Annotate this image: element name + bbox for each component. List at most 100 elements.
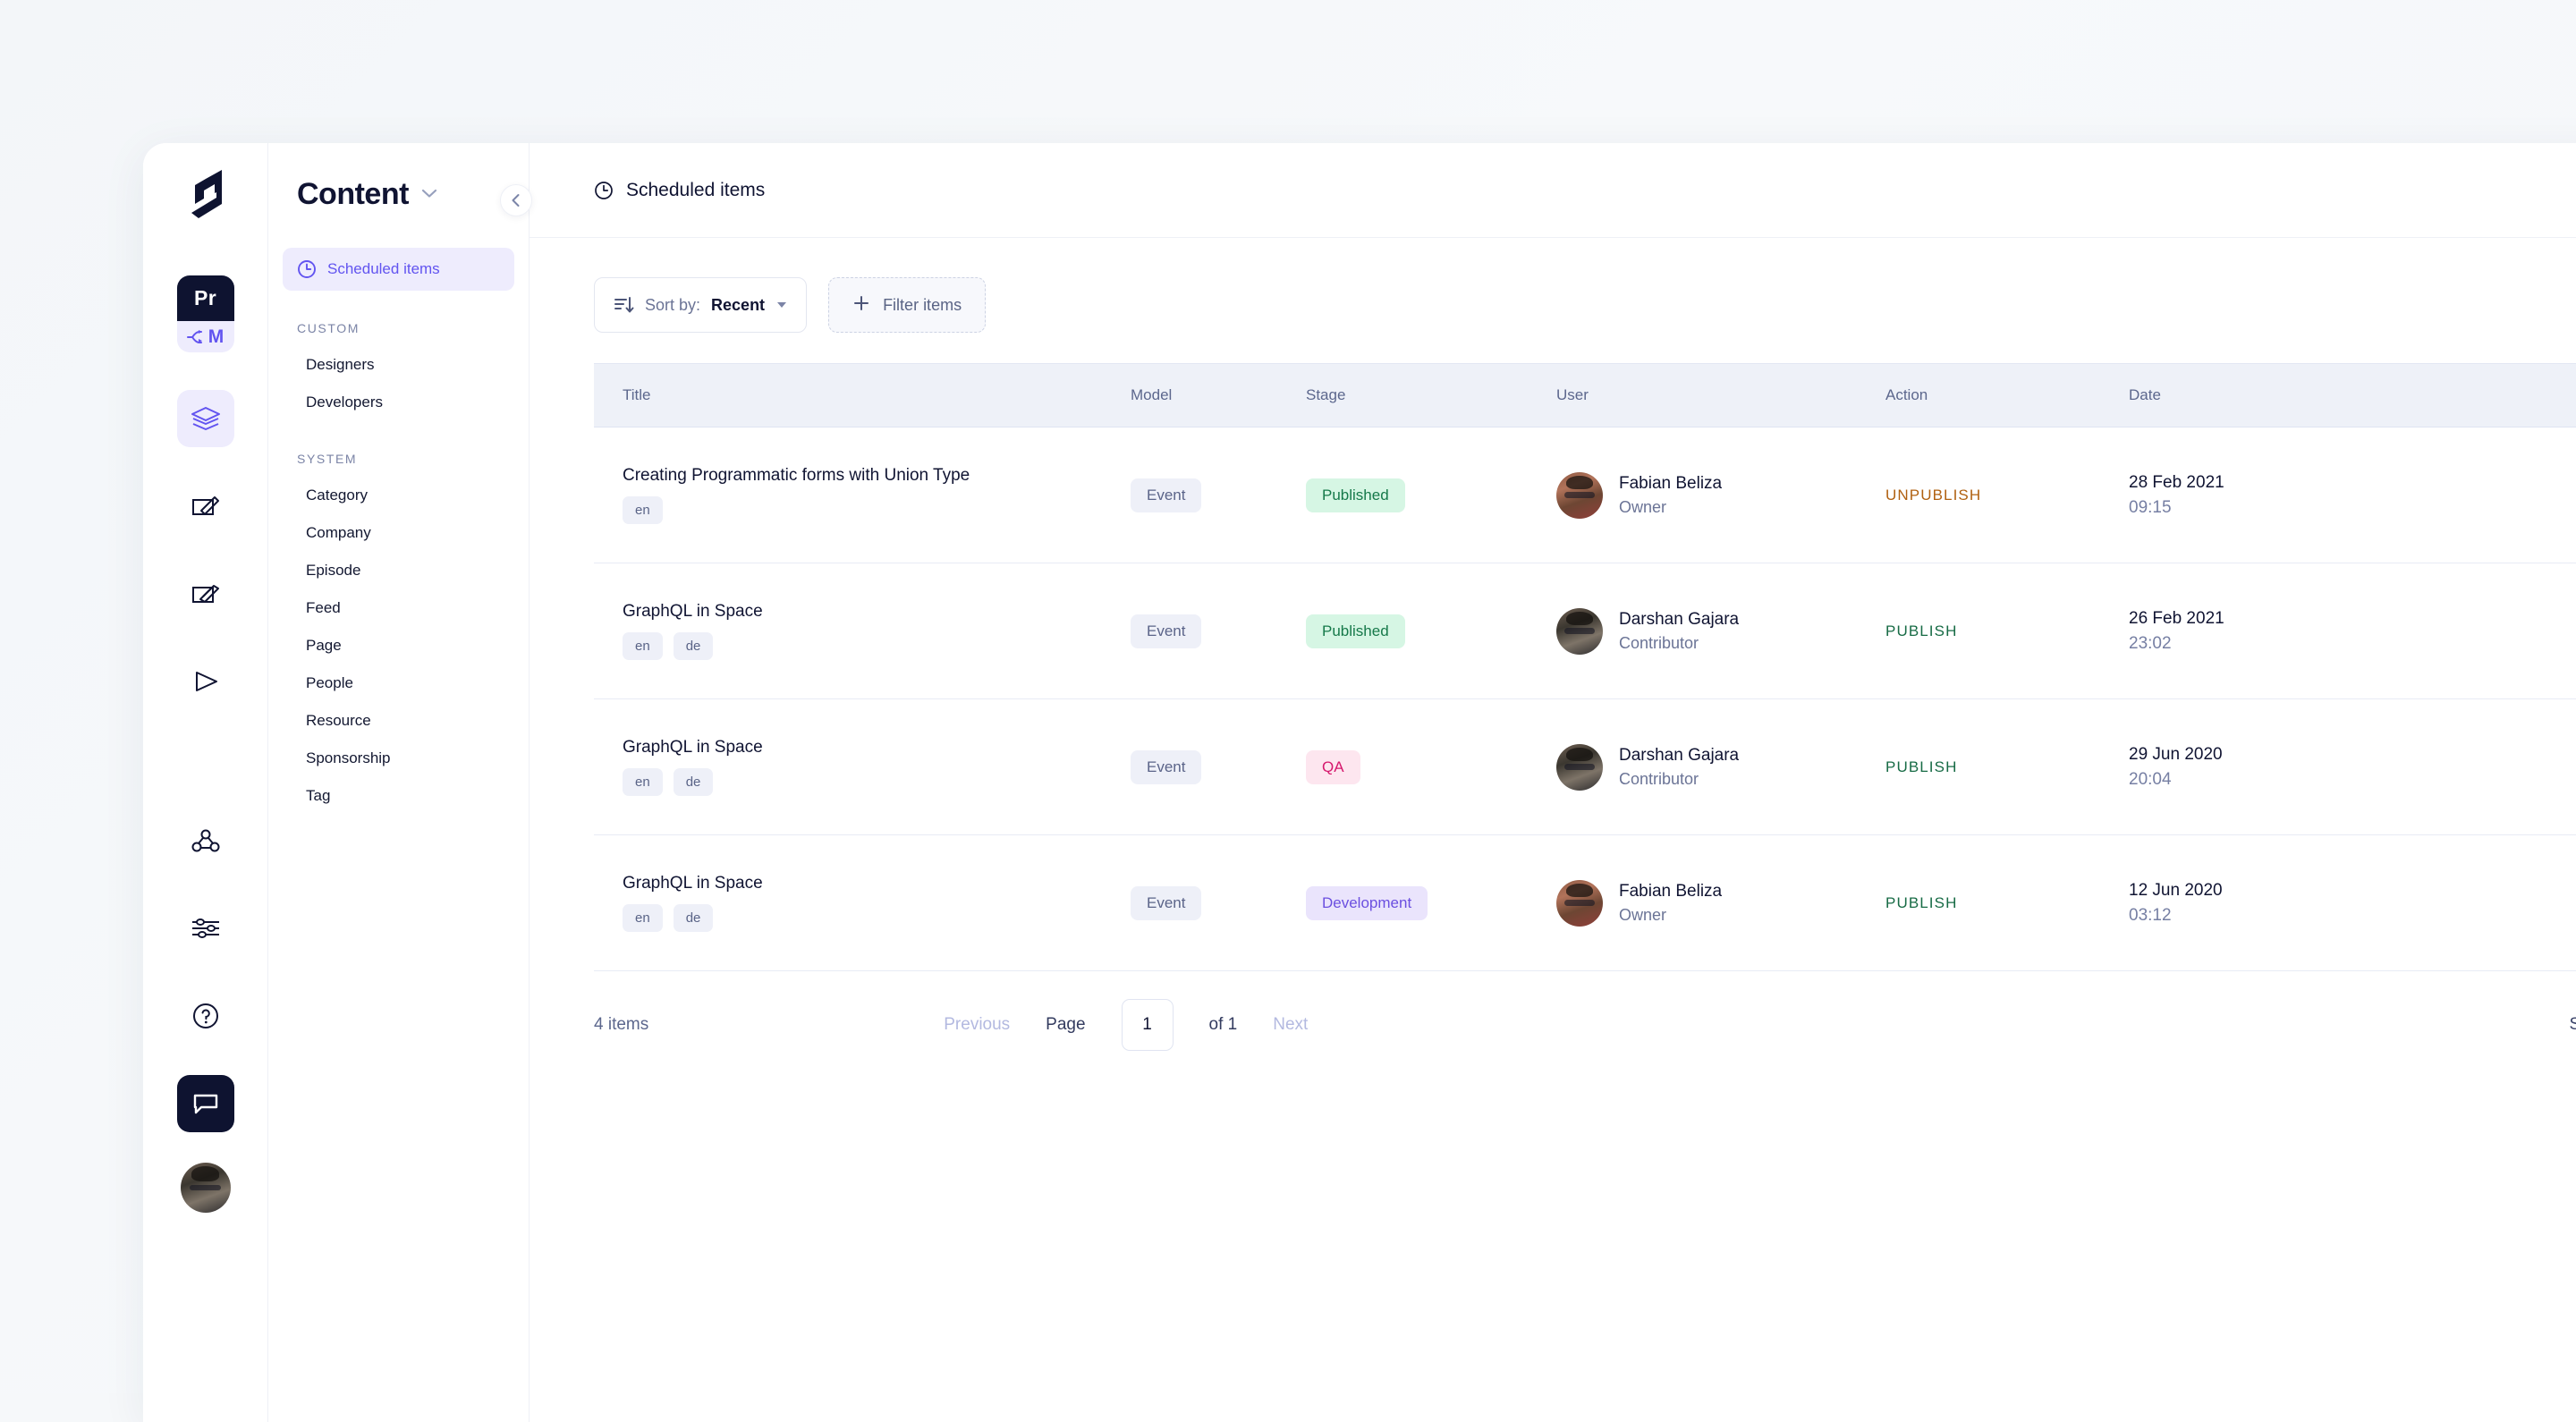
sidebar-item-api-playground[interactable] (177, 653, 234, 710)
chat-support-icon (193, 1094, 217, 1114)
status-badge: Published (1306, 614, 1405, 648)
language-badge[interactable]: en (623, 904, 663, 932)
badge-notch (195, 345, 216, 352)
schema-layers-icon (191, 407, 220, 430)
column-header-action: Action (1885, 386, 1928, 403)
app-window: Pr M Content Scheduled items CUSTOM Desi… (143, 143, 2576, 1422)
language-badges: en de (623, 632, 1131, 660)
item-title: GraphQL in Space (623, 874, 763, 893)
clock-icon (595, 181, 613, 199)
previous-page-button[interactable]: Previous (944, 1015, 1010, 1035)
sidebar-item-support-chat[interactable] (176, 1075, 234, 1132)
chevron-left-icon (512, 194, 520, 207)
language-badge[interactable]: de (673, 904, 714, 932)
chevron-down-icon[interactable] (421, 188, 437, 201)
cell-action: PUBLISH (1885, 622, 2129, 640)
cell-stage: Published (1306, 478, 1556, 512)
sidebar-item-help[interactable] (177, 987, 234, 1045)
cell-date: 26 Feb 2021 23:02 (2129, 609, 2397, 654)
language-badge[interactable]: de (673, 632, 714, 660)
sidebar-item-schema[interactable] (176, 390, 234, 447)
model-badge: Event (1131, 885, 1202, 920)
cell-title: Creating Programmatic forms with Union T… (594, 466, 1131, 524)
table-body: Creating Programmatic forms with Union T… (594, 427, 2576, 971)
cell-date: 12 Jun 2020 03:12 (2129, 881, 2397, 926)
next-page-button[interactable]: Next (1273, 1015, 1308, 1035)
sidebar-item-settings[interactable] (177, 900, 234, 957)
scheduled-time: 20:04 (2129, 769, 2172, 789)
sidebar-collapse-button[interactable] (500, 184, 532, 216)
scheduled-date: 26 Feb 2021 (2129, 608, 2224, 628)
main-header-title: Scheduled items (626, 179, 766, 200)
avatar[interactable] (180, 1163, 231, 1213)
sidebar-nav: Scheduled items CUSTOM Designers Develop… (268, 248, 529, 815)
model-badge: Event (1131, 614, 1202, 648)
language-badge[interactable]: en (623, 768, 663, 796)
sort-by-button[interactable]: Sort by: Recent (594, 277, 808, 333)
sidebar-item-category[interactable]: Category (283, 477, 514, 514)
item-title: GraphQL in Space (623, 738, 763, 757)
user-role: Contributor (1619, 633, 1699, 652)
filter-items-button[interactable]: Filter items (828, 277, 987, 333)
table-row[interactable]: Creating Programmatic forms with Union T… (594, 427, 2576, 563)
cell-stage: Published (1306, 614, 1556, 648)
avatar (1556, 471, 1603, 519)
user-role: Owner (1619, 497, 1667, 516)
project-environment-badge[interactable]: Pr M (176, 275, 234, 352)
scheduled-date: 29 Jun 2020 (2129, 744, 2223, 764)
sidebar-item-people[interactable]: People (283, 664, 514, 702)
status-badge: Development (1306, 885, 1428, 920)
sidebar-item-label: Scheduled items (327, 260, 440, 277)
cell-action: PUBLISH (1885, 894, 2129, 912)
sidebar-item-sponsorship[interactable]: Sponsorship (283, 740, 514, 777)
plus-icon (852, 294, 870, 317)
sidebar-item-webhooks[interactable] (177, 812, 234, 869)
app-logo[interactable] (143, 168, 267, 220)
language-badges: en de (623, 904, 1131, 932)
language-badges: en (623, 496, 1131, 524)
sidebar-item-scheduled-items[interactable]: Scheduled items (283, 248, 514, 291)
sidebar-item-feed[interactable]: Feed (283, 589, 514, 627)
cell-title: GraphQL in Space en de (594, 738, 1131, 796)
sidebar-item-developers[interactable]: Developers (283, 384, 514, 421)
environment-letter: M (208, 326, 225, 347)
page-size-label[interactable]: Show (2569, 1015, 2576, 1035)
user-role: Owner (1619, 905, 1667, 924)
language-badge[interactable]: en (623, 632, 663, 660)
language-badge[interactable]: de (673, 768, 714, 796)
webhooks-icon (191, 829, 219, 852)
page-number-input[interactable] (1121, 999, 1174, 1051)
cell-user: Darshan Gajara Contributor (1556, 607, 1885, 655)
project-abbrev: Pr (176, 275, 234, 321)
action-label: UNPUBLISH (1885, 486, 1982, 504)
total-pages-label: of 1 (1208, 1015, 1238, 1034)
page-label: Page (1046, 1015, 1086, 1034)
action-label: PUBLISH (1885, 622, 1958, 639)
sidebar-item-page[interactable]: Page (283, 627, 514, 664)
table-row[interactable]: GraphQL in Space en de Event QA Darshan G… (594, 699, 2576, 835)
table-row[interactable]: GraphQL in Space en de Event Development … (594, 835, 2576, 971)
user-role: Contributor (1619, 769, 1699, 788)
table-row[interactable]: GraphQL in Space en de Event Published Da… (594, 563, 2576, 699)
sort-by-value: Recent (711, 295, 766, 314)
status-badge: Published (1306, 478, 1405, 512)
item-title: Creating Programmatic forms with Union T… (623, 466, 970, 485)
sidebar-item-company[interactable]: Company (283, 514, 514, 552)
avatar (1556, 743, 1603, 791)
sidebar-item-content[interactable] (177, 478, 234, 535)
nav-group-system-label: SYSTEM (297, 452, 358, 466)
icon-rail: Pr M (143, 143, 268, 1422)
sidebar-item-resource[interactable]: Resource (283, 702, 514, 740)
sidebar-item-designers[interactable]: Designers (283, 346, 514, 384)
language-badge[interactable]: en (623, 496, 663, 524)
scheduled-time: 03:12 (2129, 905, 2172, 925)
content-edit-icon (191, 496, 219, 515)
cell-date: 28 Feb 2021 09:15 (2129, 473, 2397, 518)
table-header-row: Title Model Stage User Action Date (594, 363, 2576, 427)
sidebar-item-tag[interactable]: Tag (283, 777, 514, 815)
sidebar-item-assets[interactable] (177, 565, 234, 622)
column-header-model: Model (1131, 386, 1173, 403)
toolbar: Sort by: Recent Filter items (530, 238, 2576, 333)
action-label: PUBLISH (1885, 758, 1958, 775)
sidebar-item-episode[interactable]: Episode (283, 552, 514, 589)
